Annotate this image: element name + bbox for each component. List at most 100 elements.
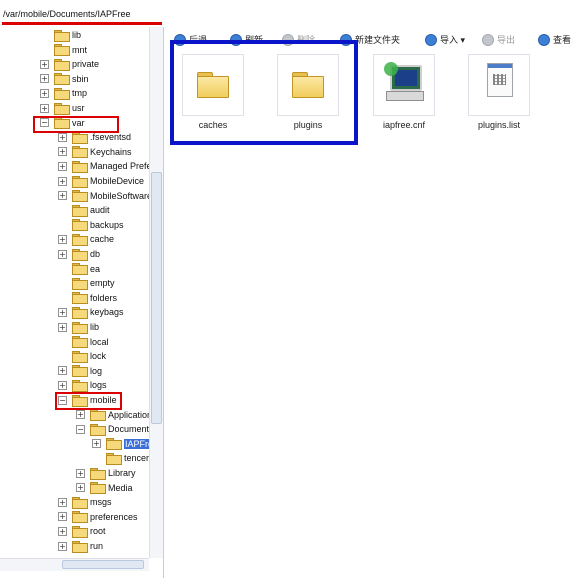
tree-item[interactable]: + logs (58, 378, 107, 392)
tree-item[interactable]: lock (58, 349, 106, 363)
expand-icon[interactable]: + (58, 176, 67, 186)
expand-icon[interactable]: + (58, 147, 67, 157)
tree-item[interactable]: ea (58, 262, 100, 276)
tree-item[interactable]: + IAPFre (92, 437, 155, 451)
tree-item[interactable]: tencer (92, 451, 149, 465)
tree-item[interactable]: empty (58, 276, 115, 290)
expand-icon[interactable]: + (58, 132, 67, 142)
expand-icon[interactable]: + (58, 366, 67, 376)
tree-item-label: private (72, 59, 100, 70)
tree-item[interactable]: − Documents (76, 422, 154, 436)
tree-item-label: msgs (90, 497, 112, 508)
file-item[interactable]: iapfree.cnf (371, 54, 437, 130)
tree-item-label: usr (72, 103, 85, 113)
folder-icon (90, 409, 106, 422)
tree-item-label: Documents (108, 424, 154, 435)
expand-icon[interactable]: + (40, 88, 49, 98)
tree-item[interactable]: + tmp (40, 86, 87, 100)
tree-item[interactable]: backups (58, 218, 124, 232)
var-highlight-box (33, 116, 119, 133)
folder-icon (72, 525, 88, 538)
folder-icon (54, 102, 70, 115)
expand-icon[interactable]: + (76, 468, 85, 478)
tree-item[interactable]: + Library (76, 466, 136, 480)
file-name: plugins.list (477, 120, 521, 130)
folder-icon (72, 496, 88, 509)
expand-icon[interactable]: + (58, 234, 67, 244)
tree-item[interactable]: + usr (40, 101, 85, 115)
tree-item[interactable]: + Keychains (58, 145, 132, 159)
file-thumb (468, 54, 530, 116)
expand-icon[interactable]: + (76, 483, 85, 493)
tree-item[interactable]: + cache (58, 232, 114, 246)
selected-folders-highlight-box (170, 40, 358, 145)
expand-icon[interactable]: + (40, 74, 49, 84)
file-name: iapfree.cnf (382, 120, 426, 130)
folder-tree-pane[interactable]: lib mnt + private + sbin + tmp + usr − var + .fsevent… (0, 27, 164, 578)
tree-item[interactable]: local (58, 335, 109, 349)
tree-item[interactable]: + root (58, 524, 106, 538)
folder-icon (72, 321, 88, 334)
collapse-icon[interactable]: − (76, 424, 85, 434)
tree-item[interactable]: folders (58, 291, 117, 305)
expand-icon[interactable]: + (58, 497, 67, 507)
file-thumb (373, 54, 435, 116)
tree-item-label: mnt (72, 44, 88, 55)
tree-item[interactable]: + Managed Prefe (58, 159, 152, 173)
folder-icon (72, 175, 88, 188)
view-button[interactable]: 查看 (538, 33, 571, 46)
expand-icon[interactable]: + (92, 439, 101, 449)
tree-item-label: Application (108, 409, 153, 420)
expand-icon[interactable]: + (40, 59, 49, 69)
tree-item-label: run (90, 541, 104, 551)
tree-item[interactable]: + keybags (58, 305, 124, 319)
expand-icon[interactable]: + (76, 410, 85, 420)
expand-icon[interactable]: + (58, 526, 67, 536)
tree-item[interactable]: + private (40, 57, 99, 71)
folder-icon (54, 58, 70, 71)
tree-item-label: keybags (90, 307, 124, 318)
expand-icon[interactable]: + (58, 161, 67, 171)
file-item[interactable]: plugins.list (466, 54, 532, 130)
tree-item-label: .fseventsd (90, 132, 132, 143)
tree-item[interactable]: + sbin (40, 72, 89, 86)
tree-item[interactable]: + preferences (58, 510, 138, 524)
tree-item-label: lib (90, 322, 100, 332)
folder-icon (72, 263, 88, 276)
import-icon (425, 33, 437, 46)
tree-item[interactable]: + MobileSoftware (58, 189, 152, 203)
tree-item[interactable]: + MobileDevice (58, 174, 144, 188)
tree-item[interactable]: + log (58, 364, 102, 378)
expand-icon[interactable]: + (58, 307, 67, 317)
tree-item[interactable]: lib (40, 28, 81, 42)
tree-item[interactable]: + run (58, 539, 103, 553)
import-button[interactable]: 导入 ▾ (425, 33, 465, 46)
tree-item[interactable]: mnt (40, 43, 87, 57)
folder-icon (90, 467, 106, 480)
tree-item-label: log (90, 365, 103, 376)
folder-icon (54, 44, 70, 57)
expand-icon[interactable]: + (58, 322, 67, 332)
folder-icon (72, 540, 88, 553)
tree-item[interactable]: audit (58, 203, 110, 217)
address-bar[interactable]: /var/mobile/Documents/IAPFree (0, 0, 580, 28)
expand-icon[interactable]: + (58, 380, 67, 390)
tree-item-label: MobileDevice (90, 176, 145, 186)
expand-icon[interactable]: + (58, 541, 67, 551)
tree-item-label: db (90, 249, 101, 259)
expand-icon[interactable]: + (40, 103, 49, 113)
expand-icon[interactable]: + (58, 191, 67, 201)
folder-icon (72, 379, 88, 392)
tree-item[interactable]: + db (58, 247, 100, 261)
tree-item[interactable]: + lib (58, 320, 99, 334)
tree-item[interactable]: + msgs (58, 495, 112, 509)
export-label: 导出 (497, 35, 516, 45)
tree-item[interactable]: + Media (76, 481, 133, 495)
address-path[interactable]: /var/mobile/Documents/IAPFree (3, 9, 131, 19)
expand-icon[interactable]: + (58, 249, 67, 259)
tree-item-label: lib (72, 30, 82, 40)
tree-scroll-thumb[interactable] (151, 172, 162, 424)
tree-hscroll-thumb[interactable] (62, 560, 144, 569)
export-button[interactable]: 导出 (482, 33, 515, 46)
expand-icon[interactable]: + (58, 512, 67, 522)
